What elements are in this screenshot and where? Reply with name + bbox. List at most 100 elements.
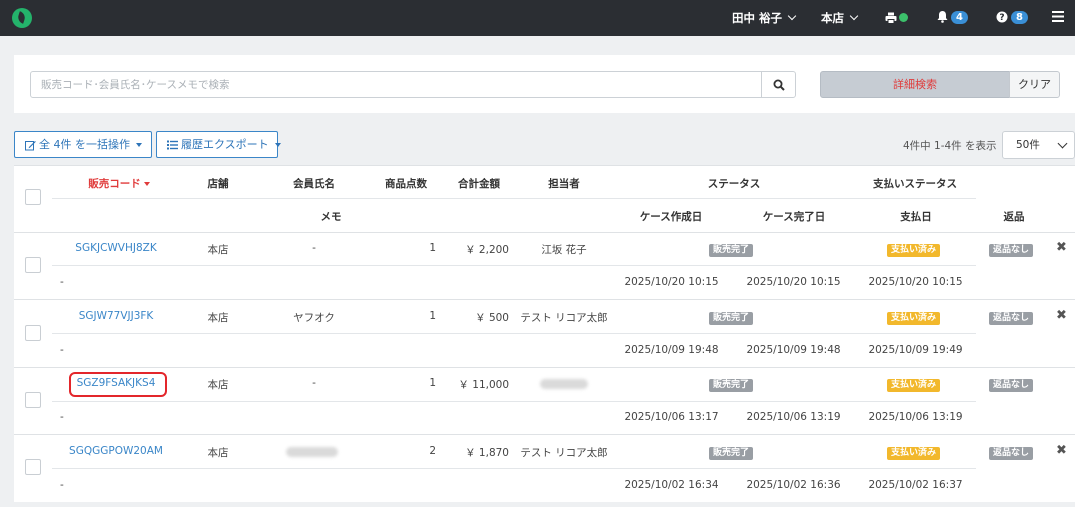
sales-code-link[interactable]: SGJW77VJJ3FK — [66, 310, 166, 322]
app-logo-icon[interactable] — [12, 8, 32, 28]
column-header-case-created: ケース作成日 — [639, 211, 703, 223]
case-created-cell: 2025/10/09 19:48 — [624, 344, 719, 356]
per-page-select[interactable]: 50件 — [1002, 131, 1075, 159]
row-divider — [14, 367, 1075, 368]
memo-cell: - — [60, 479, 64, 491]
user-menu[interactable]: 田中 裕子 — [732, 10, 797, 26]
export-history-button[interactable]: 履歴エクスポート — [156, 131, 281, 158]
sales-table: 販売コード 店舗 会員氏名 商品点数 合計金額 担当者 ステータス 支払いステー… — [14, 165, 1075, 502]
column-header-sales-code[interactable]: 販売コード — [74, 176, 164, 191]
item-count-cell: 1 — [429, 242, 436, 254]
row-inner-divider — [52, 401, 976, 402]
payment-date-cell: 2025/10/06 13:19 — [868, 411, 963, 423]
store-name: 本店 — [821, 11, 844, 25]
case-completed-cell: 2025/10/06 13:19 — [746, 411, 841, 423]
payment-date-cell: 2025/10/09 19:49 — [868, 344, 963, 356]
notifications-badge: 4 — [951, 11, 968, 24]
main-menu-button[interactable] — [1052, 11, 1064, 25]
bell-icon — [937, 11, 948, 23]
delete-row-close-icon[interactable]: ✖ — [1056, 308, 1067, 323]
column-header-staff: 担当者 — [548, 178, 580, 190]
total-cell: ￥ 1,870 — [465, 447, 509, 459]
row-checkbox[interactable] — [25, 325, 41, 341]
payment-date-cell: 2025/10/02 16:37 — [868, 479, 963, 491]
chevron-down-icon — [787, 11, 797, 21]
sales-status-badge: 販売完了 — [709, 242, 754, 257]
returns-badge: 返品なし — [989, 377, 1034, 392]
total-cell: ￥ 11,000 — [458, 379, 509, 391]
header-top-border — [14, 165, 1075, 166]
item-count-cell: 1 — [429, 310, 436, 322]
payment-status-badge: 支払い済み — [887, 377, 941, 392]
member-cell: ヤフオク — [293, 312, 335, 324]
chevron-down-icon — [1057, 138, 1068, 149]
search-button[interactable] — [761, 71, 796, 98]
payment-date-cell: 2025/10/20 10:15 — [868, 276, 963, 288]
memo-cell: - — [60, 276, 64, 288]
search-input[interactable] — [30, 71, 762, 98]
column-header-store: 店舗 — [207, 178, 229, 190]
store-cell: 本店 — [207, 244, 229, 256]
search-panel: 詳細検索 クリア — [14, 55, 1075, 113]
case-created-cell: 2025/10/02 16:34 — [624, 479, 719, 491]
staff-cell: テスト リコア太郎 — [520, 312, 608, 324]
detail-search-button[interactable]: 詳細検索 — [820, 71, 1010, 98]
sales-code-link[interactable]: SGZ9FSAKJKS4 — [66, 377, 166, 389]
member-cell-redacted — [286, 447, 338, 457]
store-cell: 本店 — [207, 447, 229, 459]
returns-badge: 返品なし — [989, 310, 1034, 325]
row-checkbox[interactable] — [25, 459, 41, 475]
returns-badge: 返品なし — [989, 242, 1034, 257]
sort-desc-icon — [143, 182, 150, 186]
staff-cell-redacted — [540, 379, 588, 389]
store-menu[interactable]: 本店 — [821, 10, 859, 26]
member-cell: - — [312, 377, 316, 389]
delete-row-close-icon[interactable]: ✖ — [1056, 443, 1067, 458]
store-cell: 本店 — [207, 379, 229, 391]
per-page-value: 50件 — [1016, 139, 1040, 151]
row-divider — [14, 232, 1075, 233]
sales-code-link[interactable]: SGQGGPOW20AM — [66, 445, 166, 457]
total-cell: ￥ 2,200 — [465, 244, 509, 256]
column-header-item-count: 商品点数 — [385, 178, 427, 190]
column-header-memo: メモ — [320, 211, 342, 223]
printer-connected-indicator — [899, 13, 908, 22]
memo-cell: - — [60, 411, 64, 423]
row-checkbox[interactable] — [25, 257, 41, 273]
column-header-total: 合計金額 — [458, 178, 500, 190]
payment-status-badge: 支払い済み — [887, 445, 941, 460]
staff-cell: テスト リコア太郎 — [520, 447, 608, 459]
case-completed-cell: 2025/10/09 19:48 — [746, 344, 841, 356]
memo-cell: - — [60, 344, 64, 356]
sales-status-badge: 販売完了 — [709, 445, 754, 460]
payment-status-badge: 支払い済み — [887, 310, 941, 325]
column-header-case-completed: ケース完了日 — [762, 211, 826, 223]
row-divider — [14, 299, 1075, 300]
row-inner-divider — [52, 333, 976, 334]
row-checkbox[interactable] — [25, 392, 41, 408]
printer-status[interactable] — [885, 10, 908, 24]
export-label: 履歴エクスポート — [181, 138, 269, 151]
store-cell: 本店 — [207, 312, 229, 324]
clear-button[interactable]: クリア — [1009, 71, 1060, 98]
row-divider — [14, 434, 1075, 435]
bulk-action-button[interactable]: 全 4件 を一括操作 — [14, 131, 152, 158]
sales-status-badge: 販売完了 — [709, 310, 754, 325]
row-inner-divider — [52, 265, 976, 266]
delete-row-close-icon[interactable]: ✖ — [1056, 240, 1067, 255]
help-button[interactable]: ? 8 — [996, 9, 1028, 24]
printer-icon — [885, 12, 897, 24]
column-header-status: ステータス — [707, 178, 761, 190]
case-completed-cell: 2025/10/20 10:15 — [746, 276, 841, 288]
help-icon: ? — [996, 11, 1008, 23]
payment-status-badge: 支払い済み — [887, 242, 941, 257]
notifications-button[interactable]: 4 — [937, 9, 968, 24]
sales-code-link[interactable]: SGKJCWVHJ8ZK — [66, 242, 166, 254]
column-header-payment-status: 支払いステータス — [873, 178, 957, 190]
user-name: 田中 裕子 — [732, 11, 783, 25]
header-divider — [52, 198, 976, 199]
total-cell: ￥ 500 — [475, 312, 509, 324]
select-all-checkbox[interactable] — [25, 189, 41, 205]
member-cell: - — [312, 242, 316, 254]
edit-icon — [25, 140, 36, 150]
